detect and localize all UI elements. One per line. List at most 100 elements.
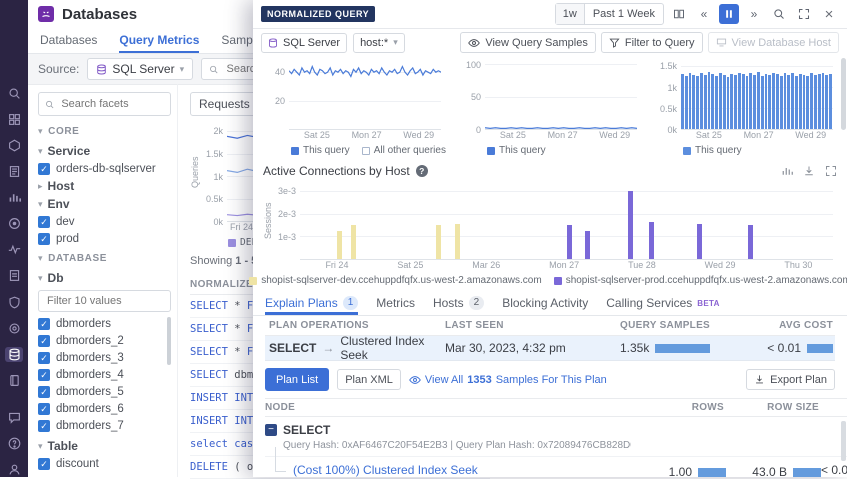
facet-checkbox-dbmorders-4[interactable]: ✓dbmorders_4 bbox=[38, 366, 171, 383]
plan-toolbar: Plan List Plan XML View All 1353 Samples… bbox=[253, 361, 847, 398]
facet-section-label: Host bbox=[48, 179, 75, 193]
source-select[interactable]: SQL Server ▾ bbox=[87, 58, 193, 80]
facet-search-input[interactable] bbox=[59, 97, 164, 111]
facet-checkbox-prod[interactable]: ✓prod bbox=[38, 230, 171, 247]
facet-checkbox-dbmorders-7[interactable]: ✓dbmorders_7 bbox=[38, 417, 171, 434]
download-icon[interactable] bbox=[803, 165, 815, 177]
facet-section-env[interactable]: ▾Env bbox=[38, 195, 171, 213]
synthetics-icon[interactable] bbox=[5, 321, 23, 336]
facet-checkbox-dbmorders-8[interactable]: ✓dbmorders_8 bbox=[38, 434, 171, 437]
help-icon[interactable] bbox=[5, 436, 23, 451]
facet-section-db[interactable]: ▾Db bbox=[38, 269, 171, 287]
legend-item[interactable]: This query bbox=[291, 145, 350, 156]
legend-item[interactable]: This query bbox=[683, 145, 742, 156]
help-icon[interactable]: ? bbox=[416, 165, 428, 177]
infrastructure-icon[interactable] bbox=[5, 112, 23, 127]
facet-section-service[interactable]: ▾Service bbox=[38, 142, 171, 160]
zoom-icon[interactable] bbox=[769, 4, 789, 24]
metrics-icon[interactable] bbox=[5, 190, 23, 205]
view-all-samples-link[interactable]: View All 1353 Samples For This Plan bbox=[409, 374, 607, 386]
scrollbar-thumb[interactable] bbox=[167, 317, 171, 365]
facet-checkbox-dbmorders-2[interactable]: ✓dbmorders_2 bbox=[38, 332, 171, 349]
step-forward-icon[interactable]: » bbox=[744, 4, 764, 24]
col-rows: ROWS bbox=[631, 402, 726, 413]
facet-checkbox-dbmorders[interactable]: ✓dbmorders bbox=[38, 315, 171, 332]
x-axis-ticks: Fri 24Sat 25Mar 26Mon 27Tue 28Wed 29Thu … bbox=[263, 260, 837, 273]
export-plan-button[interactable]: Export Plan bbox=[746, 369, 835, 390]
databases-icon[interactable] bbox=[5, 347, 23, 362]
view-database-host-button[interactable]: View Database Host bbox=[708, 32, 839, 53]
search-icon[interactable] bbox=[5, 86, 23, 101]
filter-values-input[interactable] bbox=[45, 294, 164, 308]
split-view-icon[interactable] bbox=[669, 4, 689, 24]
legend-item[interactable]: All other queries bbox=[362, 145, 446, 156]
facet-section-table[interactable]: ▾Table bbox=[38, 437, 171, 455]
facet-group-core[interactable]: ▾CORE bbox=[38, 120, 171, 142]
events-icon[interactable] bbox=[5, 164, 23, 179]
node-row-seek[interactable]: (Cost 100%) Clustered Index Seek Index: … bbox=[265, 457, 847, 477]
filter-to-query-button[interactable]: Filter to Query bbox=[601, 32, 703, 53]
expand-icon[interactable] bbox=[825, 165, 837, 177]
facet-checkbox-discount[interactable]: ✓discount bbox=[38, 455, 171, 472]
eye-icon bbox=[409, 374, 421, 386]
account-icon[interactable] bbox=[5, 462, 23, 477]
close-icon[interactable]: × bbox=[819, 4, 839, 24]
plan-xml-button[interactable]: Plan XML bbox=[337, 369, 401, 390]
time-range-label[interactable]: Past 1 Week bbox=[585, 8, 663, 20]
time-preset[interactable]: 1w bbox=[556, 4, 585, 24]
x-axis-ticks: Sat 25Mon 27Wed 29 bbox=[655, 130, 837, 143]
facet-value: dev bbox=[56, 216, 75, 228]
chevron-down-icon: ▾ bbox=[38, 253, 43, 264]
node-row-select[interactable]: − SELECT Query Hash: 0xAF6467C20F54E2B3 … bbox=[265, 417, 847, 457]
facet-value: dbmorders_3 bbox=[56, 352, 124, 364]
scrollbar-thumb[interactable] bbox=[841, 58, 846, 130]
security-icon[interactable] bbox=[5, 295, 23, 310]
tab-hosts[interactable]: Hosts2 bbox=[433, 296, 484, 315]
facet-search[interactable] bbox=[38, 92, 171, 116]
facet-section-host[interactable]: ▸Host bbox=[38, 177, 171, 195]
time-range-picker[interactable]: 1w Past 1 Week bbox=[555, 3, 664, 25]
tab-query-metrics[interactable]: Query Metrics bbox=[119, 33, 199, 53]
facet-checkbox-dbmorders-3[interactable]: ✓dbmorders_3 bbox=[38, 349, 171, 366]
connections-title: Active Connections by Host bbox=[263, 164, 410, 178]
chat-icon[interactable] bbox=[5, 410, 23, 425]
tab-count-badge: 1 bbox=[343, 296, 359, 310]
facet-group-database[interactable]: ▾DATABASE bbox=[38, 247, 171, 269]
search-icon bbox=[209, 64, 218, 75]
pause-button[interactable] bbox=[719, 4, 739, 24]
bar-chart-toggle-icon[interactable] bbox=[781, 165, 793, 177]
global-nav-rail bbox=[0, 0, 28, 477]
db-filter-input[interactable] bbox=[38, 290, 171, 312]
y-axis-ticks: 4020 bbox=[263, 58, 289, 130]
apm-icon[interactable] bbox=[5, 242, 23, 257]
datadog-logo[interactable] bbox=[38, 6, 54, 22]
collapse-icon[interactable]: − bbox=[265, 424, 277, 436]
notebooks-icon[interactable] bbox=[5, 373, 23, 388]
host-filter-dropdown[interactable]: host:*▾ bbox=[353, 33, 405, 53]
tab-metrics[interactable]: Metrics bbox=[376, 296, 415, 315]
step-back-icon[interactable]: « bbox=[694, 4, 714, 24]
tab-calling-services[interactable]: Calling ServicesBETA bbox=[606, 296, 719, 315]
legend-item[interactable]: shopist-sqlserver-dev.ccehuppdfqfx.us-we… bbox=[249, 275, 542, 286]
view-query-samples-button[interactable]: View Query Samples bbox=[460, 32, 596, 53]
plan-row[interactable]: SELECT → Clustered Index Seek Mar 30, 20… bbox=[265, 336, 835, 361]
facet-checkbox-dbmorders-5[interactable]: ✓dbmorders_5 bbox=[38, 383, 171, 400]
checkbox-checked-icon: ✓ bbox=[38, 403, 50, 415]
watchdog-icon[interactable] bbox=[5, 216, 23, 231]
logs-icon[interactable] bbox=[5, 268, 23, 283]
source-pill[interactable]: SQL Server bbox=[261, 33, 347, 53]
host-map-icon[interactable] bbox=[5, 138, 23, 153]
fullscreen-icon[interactable] bbox=[794, 4, 814, 24]
seek-node-link[interactable]: (Cost 100%) Clustered Index Seek bbox=[293, 463, 478, 477]
facet-checkbox-orders-db-sqlserver[interactable]: ✓orders-db-sqlserver bbox=[38, 160, 171, 177]
tab-databases[interactable]: Databases bbox=[40, 33, 97, 53]
scrollbar-thumb[interactable] bbox=[841, 421, 846, 461]
facet-section-label: Service bbox=[48, 144, 91, 158]
plan-list-button[interactable]: Plan List bbox=[265, 368, 329, 391]
tab-explain-plans[interactable]: Explain Plans1 bbox=[265, 296, 358, 315]
facet-checkbox-dev[interactable]: ✓dev bbox=[38, 213, 171, 230]
legend-item[interactable]: shopist-sqlserver-prod.ccehuppdfqfx.us-w… bbox=[554, 275, 847, 286]
facet-checkbox-dbmorders-6[interactable]: ✓dbmorders_6 bbox=[38, 400, 171, 417]
tab-blocking-activity[interactable]: Blocking Activity bbox=[502, 296, 588, 315]
legend-item[interactable]: This query bbox=[487, 145, 546, 156]
